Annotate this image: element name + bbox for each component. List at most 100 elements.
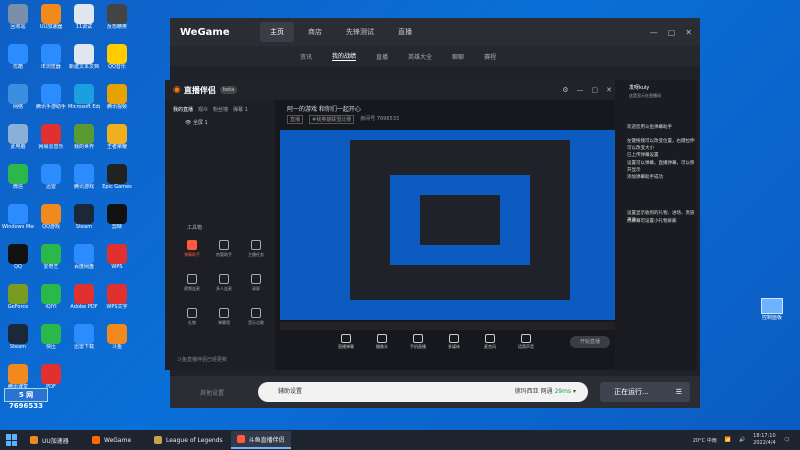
- desktop-icon[interactable]: iQIYI: [35, 284, 67, 311]
- desktop-icon[interactable]: Steam: [2, 324, 34, 351]
- desktop-icon[interactable]: 我的世界: [68, 124, 100, 151]
- desktop-icon[interactable]: 新建文本文档: [68, 44, 100, 71]
- desktop-icon[interactable]: 爱奇艺: [35, 244, 67, 271]
- app-icon: [74, 164, 94, 184]
- stream-control[interactable]: 多媒体: [443, 334, 465, 350]
- stream-control[interactable]: 麦克风: [479, 334, 501, 350]
- stream-preview[interactable]: [280, 130, 616, 320]
- tool-button[interactable]: 礼物: [177, 308, 207, 326]
- desktop-icon[interactable]: 腾讯手游助手: [35, 84, 67, 111]
- desktop-icon[interactable]: 腾讯课堂: [2, 364, 34, 391]
- desktop-icon[interactable]: Adobe PDF: [68, 284, 100, 311]
- desktop-icon[interactable]: IE浏览器: [35, 44, 67, 71]
- other-settings-link[interactable]: 其他设置: [200, 388, 224, 397]
- desktop-icon[interactable]: 斗鱼: [101, 324, 133, 351]
- tool-button[interactable]: 主播任务: [241, 240, 271, 258]
- room-tag[interactable]: #我英雄联盟比赛: [309, 115, 355, 124]
- desktop-icon[interactable]: 腾讯视频: [101, 84, 133, 111]
- desktop-icon[interactable]: UU加速器: [35, 4, 67, 31]
- tool-button[interactable]: 多人连麦: [209, 274, 239, 292]
- notification-icon[interactable]: 🗨: [784, 437, 790, 443]
- subnav-news[interactable]: 资讯: [300, 52, 312, 61]
- settings-icon[interactable]: ⚙: [562, 86, 568, 94]
- desktop-icon[interactable]: 王者荣耀: [101, 124, 133, 151]
- tab-my-live[interactable]: 我的直播: [173, 106, 193, 113]
- close-icon[interactable]: ✕: [685, 28, 692, 37]
- maximize-icon[interactable]: ▢: [668, 28, 676, 37]
- running-button[interactable]: 正在运行... ☰: [600, 382, 690, 402]
- start-live-button[interactable]: 开始直播: [570, 336, 610, 348]
- desktop-icon[interactable]: 网络: [2, 84, 34, 111]
- wegame-tab-test[interactable]: 先锋测试: [336, 22, 384, 42]
- windows-start-icon[interactable]: [6, 434, 18, 446]
- stream-control[interactable]: 话筒声音: [515, 334, 537, 350]
- assist-settings-bar[interactable]: 辅助设置 德玛西亚 网通 29ms ▾: [258, 382, 588, 402]
- room-title[interactable]: 阿一的游戏 和你们一起开心: [287, 104, 361, 113]
- desktop-icon[interactable]: 回收站: [2, 4, 34, 31]
- desktop-icon[interactable]: Microsoft Edge: [68, 84, 100, 111]
- tool-button[interactable]: 房管助手: [209, 240, 239, 258]
- desktop-icon[interactable]: GeForce: [2, 284, 34, 311]
- tool-button[interactable]: 视频连麦: [177, 274, 207, 292]
- tool-button[interactable]: 弹幕助手: [177, 240, 207, 258]
- taskbar-app[interactable]: League of Legends: [148, 431, 229, 449]
- stream-control[interactable]: 直播弹幕: [335, 334, 357, 350]
- wegame-tab-home[interactable]: 主页: [260, 22, 294, 42]
- wegame-tab-live[interactable]: 直播: [388, 22, 422, 42]
- desktop-icon[interactable]: Epic Games: [101, 164, 133, 191]
- stream-control[interactable]: 摄像头: [371, 334, 393, 350]
- stream-control[interactable]: 手机直播: [407, 334, 429, 350]
- desktop-icon-label: 快压: [45, 344, 56, 350]
- clock[interactable]: 18:17:10 2022/4/4: [753, 433, 775, 447]
- taskbar-app[interactable]: WeGame: [86, 431, 146, 449]
- desktop-icon-label: Microsoft Edge: [68, 104, 100, 110]
- maximize-icon[interactable]: ▢: [592, 86, 599, 94]
- desktop-icon[interactable]: 迅雷下载: [68, 324, 100, 351]
- desktop-icon[interactable]: Steam: [68, 204, 100, 231]
- desktop-icon[interactable]: 反恐精英: [101, 4, 133, 31]
- desktop-icon[interactable]: 百度网盘: [68, 244, 100, 271]
- network-icon[interactable]: 📶: [725, 437, 731, 443]
- desktop-icon[interactable]: 微信: [2, 164, 34, 191]
- app-icon: [41, 44, 61, 64]
- tab-audience[interactable]: 观众: [198, 106, 208, 113]
- desktop-icon[interactable]: QQ音乐: [101, 44, 133, 71]
- desktop-icon[interactable]: 此电脑: [2, 124, 34, 151]
- taskbar-app[interactable]: UU加速器: [24, 431, 84, 449]
- tool-button[interactable]: 录屏: [241, 274, 271, 292]
- desktop-icon[interactable]: 11调试: [68, 4, 100, 31]
- desktop-icon[interactable]: QQ: [2, 244, 34, 271]
- subnav-my-record[interactable]: 我的战绩: [332, 51, 357, 61]
- desktop-icon[interactable]: 优酷: [2, 44, 34, 71]
- volume-icon[interactable]: 🔊: [739, 437, 745, 443]
- subnav-schedule[interactable]: 赛程: [484, 52, 496, 61]
- scene-item[interactable]: 👁 全屏 1: [165, 113, 275, 126]
- tab-fans[interactable]: 粉丝墙: [213, 106, 228, 113]
- subnav-heroes[interactable]: 英雄大全: [408, 52, 432, 61]
- desktop-icon[interactable]: QQ游戏: [35, 204, 67, 231]
- room-category[interactable]: 直播: [287, 115, 304, 124]
- desktop-icon[interactable]: 剪映: [101, 204, 133, 231]
- desktop-icon[interactable]: PDF: [35, 364, 67, 391]
- taskbar-app[interactable]: 斗鱼直播伴侣: [230, 431, 291, 449]
- desktop-icon[interactable]: 快压: [35, 324, 67, 351]
- tab-danmu[interactable]: 弹幕 1: [233, 106, 248, 113]
- subnav-chat[interactable]: 聊聊: [452, 52, 464, 61]
- desktop-icon[interactable]: 网易云音乐: [35, 124, 67, 151]
- subnav-live[interactable]: 直播: [376, 52, 388, 61]
- wegame-tab-store[interactable]: 商店: [298, 22, 332, 42]
- weather-widget[interactable]: 20°C 中雨: [693, 437, 717, 444]
- desktop-icon[interactable]: 腾讯游戏: [68, 164, 100, 191]
- close-icon[interactable]: ✕: [606, 86, 612, 94]
- tool-button[interactable]: 音乐点歌: [241, 308, 271, 326]
- desktop-icon[interactable]: WPS文字: [101, 284, 133, 311]
- desktop-icon[interactable]: Windows Media: [2, 204, 34, 231]
- minimize-icon[interactable]: —: [650, 28, 658, 37]
- tool-button[interactable]: 弹幕墙: [209, 308, 239, 326]
- desktop-icon-label: 百度网盘: [73, 264, 94, 270]
- desktop-icon[interactable]: 迅雷: [35, 164, 67, 191]
- minimize-icon[interactable]: —: [577, 86, 584, 94]
- control-panel-icon[interactable]: 控制面板: [752, 298, 792, 321]
- server-select[interactable]: 德玛西亚 网通 29ms ▾: [515, 382, 576, 402]
- desktop-icon[interactable]: WPS: [101, 244, 133, 271]
